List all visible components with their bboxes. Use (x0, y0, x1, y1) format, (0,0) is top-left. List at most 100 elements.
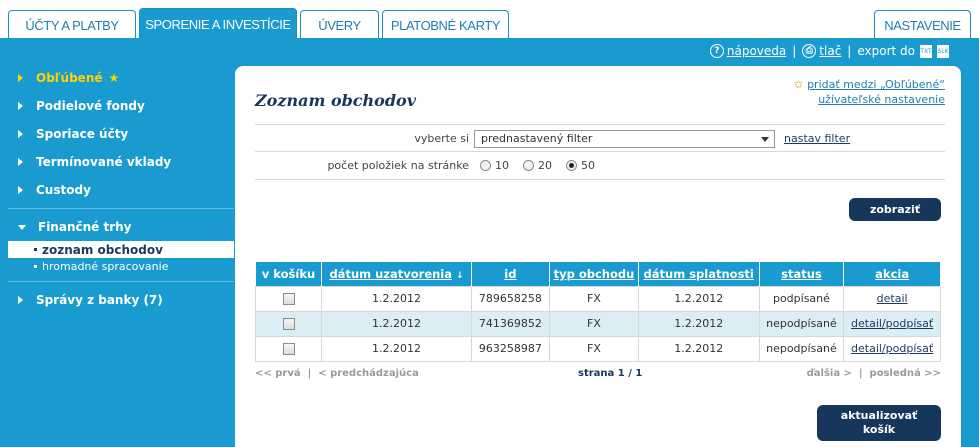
arrow-right-icon (18, 186, 23, 194)
help-icon[interactable]: ? (709, 44, 724, 58)
radio-label: 20 (538, 159, 552, 172)
top-tabs: ÚČTY A PLATBY SPORENIE A INVESTÍCIE ÚVER… (0, 0, 979, 39)
type-cell: FX (549, 335, 639, 362)
sidebar-subitem-trade-list[interactable]: zoznam obchodov (8, 241, 234, 258)
col-status[interactable]: status (759, 262, 845, 286)
sidebar-item-label: Správy z banky (7) (36, 293, 163, 307)
page-title: Zoznam obchodov (255, 91, 416, 110)
sort-trade-type-link[interactable]: typ obchodu (554, 267, 635, 281)
update-cart-label-line2: košík (862, 423, 896, 436)
set-filter-link[interactable]: nastav filter (784, 132, 850, 145)
radio-label: 50 (581, 159, 595, 172)
print-link[interactable]: tlač (819, 44, 841, 58)
sidebar-item-financial-markets[interactable]: Finančné trhy (8, 213, 234, 241)
cart-cell (254, 335, 323, 362)
detail-link[interactable]: detail (877, 292, 908, 305)
table-row: 1.2.2012 789658258 FX 1.2.2012 podpísané… (254, 285, 941, 312)
radio-circle[interactable] (566, 160, 577, 171)
pager-first-link[interactable]: << prvá (255, 368, 301, 379)
export-label: export do (857, 44, 915, 58)
cart-cell (254, 310, 323, 337)
show-button[interactable]: zobraziť (849, 198, 941, 221)
pager-prev-group: << prvá | < predchádzajúca (255, 368, 419, 379)
col-maturity-date[interactable]: dátum splatnosti (638, 262, 760, 286)
tab-loans[interactable]: ÚVERY (300, 10, 379, 39)
page-size-radio-50[interactable]: 50 (566, 159, 595, 172)
detail-sign-link[interactable]: detail/podpísať (851, 317, 933, 330)
pager-current: strana 1 / 1 (578, 368, 642, 379)
chevron-down-icon (761, 137, 769, 142)
filter-select[interactable]: prednastavený filter (474, 130, 775, 148)
sidebar-item-custody[interactable]: Custody (8, 176, 234, 204)
star-icon: ★ (108, 71, 120, 85)
col-id[interactable]: id (471, 262, 551, 286)
date-cell: 1.2.2012 (321, 335, 472, 362)
action-header-link[interactable]: akcia (875, 267, 909, 281)
cart-checkbox[interactable] (282, 343, 295, 355)
sort-down-icon: ↓ (456, 270, 464, 281)
radio-circle[interactable] (480, 160, 491, 171)
sort-status-link[interactable]: status (781, 267, 822, 281)
status-cell: podpísané (758, 285, 845, 312)
print-icon[interactable]: ⎙ (802, 44, 817, 58)
tab-savings-investments[interactable]: SPORENIE A INVESTÍCIE (139, 8, 297, 39)
arrow-down-icon (18, 224, 26, 230)
add-to-favorites-link[interactable]: pridať medzi „Obľúbené“ (807, 78, 945, 91)
col-trade-type[interactable]: typ obchodu (549, 262, 639, 286)
sidebar-item-term-deposits[interactable]: Termínované vklady (8, 148, 234, 176)
date-cell: 1.2.2012 (321, 310, 472, 337)
col-date-closed[interactable]: dátum uzatvorenia ↓ (321, 262, 472, 286)
id-cell: 963258987 (470, 335, 551, 362)
sort-date-closed-link[interactable]: dátum uzatvorenia (329, 267, 452, 281)
type-cell: FX (549, 310, 639, 337)
type-cell: FX (549, 285, 639, 312)
status-cell: nepodpísané (758, 310, 845, 337)
page-size-radio-10[interactable]: 10 (480, 159, 509, 172)
pager-page-label: strana (578, 368, 615, 379)
content-panel: Zoznam obchodov ✩ pridať medzi „Obľúbené“… (235, 66, 961, 447)
cart-checkbox[interactable] (282, 318, 295, 330)
help-link[interactable]: nápoveda (727, 44, 786, 58)
sidebar-item-label: Obľúbené (36, 71, 103, 85)
user-settings-link[interactable]: užívateľské nastavenie (818, 93, 945, 106)
pager-prev-link[interactable]: < predchádzajúca (318, 368, 419, 379)
action-cell: detail (843, 285, 941, 312)
radio-circle[interactable] (523, 160, 534, 171)
sidebar-item-funds[interactable]: Podielové fondy (8, 92, 234, 120)
pager-next-link[interactable]: ďalšia > (807, 368, 852, 379)
tab-settings[interactable]: NASTAVENIE (874, 10, 971, 39)
pager-next-group: ďalšia > | posledná >> (807, 368, 941, 379)
export-txt-icon[interactable]: TXT (920, 44, 932, 58)
toolbar-separator: | (792, 44, 797, 58)
action-cell: detail/podpísať (843, 310, 941, 337)
action-cell: detail/podpísať (843, 335, 941, 362)
sidebar-item-savings-accounts[interactable]: Sporiace účty (8, 120, 234, 148)
update-cart-button[interactable]: aktualizovať košík (817, 405, 941, 441)
page-size-radio-20[interactable]: 20 (523, 159, 552, 172)
sidebar-item-bank-messages[interactable]: Správy z banky (7) (8, 286, 234, 314)
pager-last-link[interactable]: posledná >> (870, 368, 941, 379)
detail-sign-link[interactable]: detail/podpísať (851, 342, 933, 355)
tab-accounts-payments[interactable]: ÚČTY A PLATBY (8, 10, 136, 39)
radio-label: 10 (495, 159, 509, 172)
sidebar-item-favorites[interactable]: Obľúbené ★ (8, 64, 234, 92)
sidebar-subitem-label: zoznam obchodov (42, 242, 163, 257)
date-cell: 1.2.2012 (321, 285, 472, 312)
id-cell: 741369852 (470, 310, 551, 337)
sort-maturity-link[interactable]: dátum splatnosti (644, 267, 754, 281)
sort-id-link[interactable]: id (504, 267, 516, 281)
maturity-cell: 1.2.2012 (637, 335, 760, 362)
sidebar-item-label: Sporiace účty (36, 127, 129, 141)
sidebar-item-label: Finančné trhy (38, 220, 132, 234)
bullet-icon (34, 248, 37, 251)
tab-payment-cards[interactable]: PLATOBNÉ KARTY (382, 10, 509, 39)
cart-checkbox[interactable] (282, 293, 295, 305)
sidebar-subitem-bulk-processing[interactable]: hromadné spracovanie (8, 258, 234, 275)
maturity-cell: 1.2.2012 (637, 310, 760, 337)
col-in-cart: v košíku (255, 262, 323, 286)
toolbar: ? nápoveda | ⎙ tlač | export do TXT SLK (709, 42, 949, 60)
arrow-right-icon (18, 102, 23, 110)
pager-separator: | (855, 368, 867, 379)
export-slk-icon[interactable]: SLK (937, 44, 949, 58)
filter-select-value: prednastavený filter (481, 132, 593, 145)
